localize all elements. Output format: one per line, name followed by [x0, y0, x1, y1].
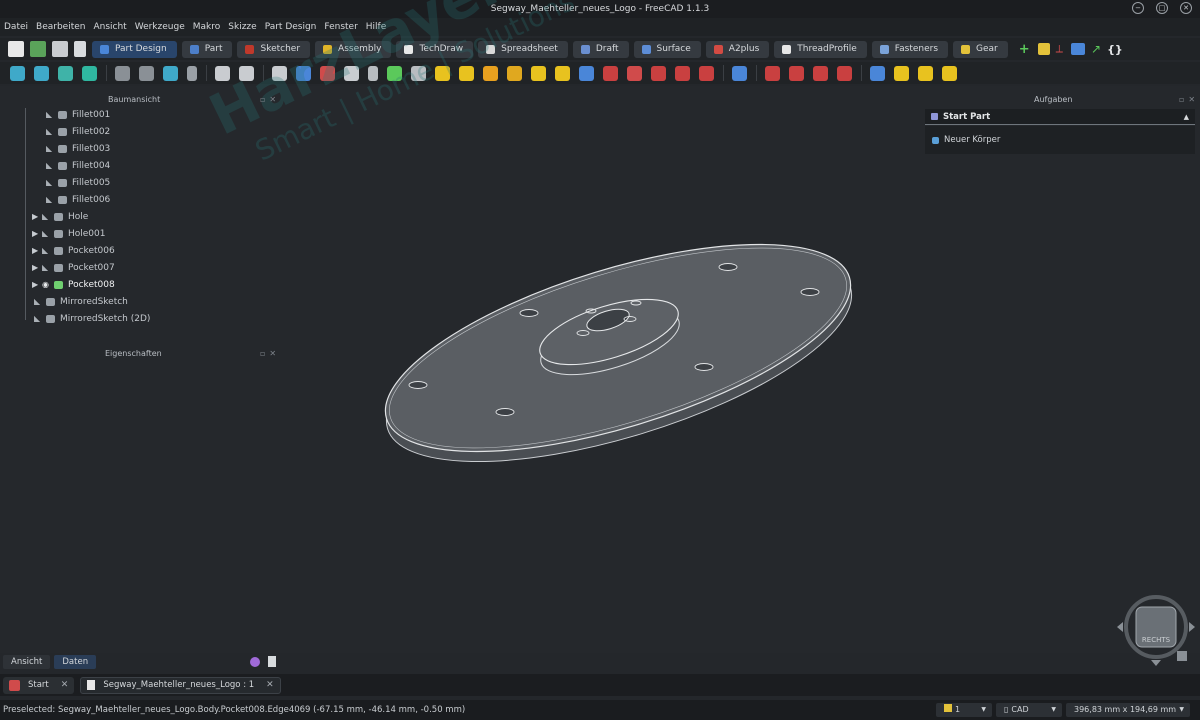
- close-tab-icon[interactable]: ✕: [266, 680, 274, 690]
- fillet-feature-icon: [58, 161, 67, 170]
- dropdown-arrow-icon: ▼: [981, 706, 986, 713]
- hole-feature-icon: [54, 212, 63, 221]
- tree-panel-buttons[interactable]: ▫✕: [260, 95, 280, 104]
- visibility-icon[interactable]: ◣: [34, 314, 46, 323]
- body-icon: [932, 136, 939, 144]
- tree-item-pocket008[interactable]: ▶ ◉ Pocket008: [22, 276, 262, 293]
- collapse-section-icon[interactable]: ▲: [1184, 113, 1189, 121]
- tree-item-hole001[interactable]: ▶ ◣ Hole001: [22, 225, 262, 242]
- tab-daten[interactable]: Daten: [54, 655, 97, 669]
- fillet-feature-icon: [58, 144, 67, 153]
- tree-item-fillet004[interactable]: ◣ Fillet004: [22, 157, 262, 174]
- tasks-section-body: Neuer Körper: [925, 126, 1195, 154]
- page-icon: [944, 704, 952, 712]
- new-body-action[interactable]: Neuer Körper: [944, 135, 1000, 145]
- tree-item-fillet002[interactable]: ◣ Fillet002: [22, 123, 262, 140]
- sketch-icon: [46, 297, 55, 306]
- combo-view-tabs: Ansicht Daten: [3, 655, 97, 669]
- visibility-icon[interactable]: ◣: [46, 110, 58, 119]
- visibility-icon[interactable]: ◣: [46, 144, 58, 153]
- tree-item-pocket007[interactable]: ▶ ◣ Pocket007: [22, 259, 262, 276]
- status-message: Preselected: Segway_Maehteller_neues_Log…: [3, 705, 466, 715]
- tree-item-mirroredsketch-2d[interactable]: ◣ MirroredSketch (2D): [22, 310, 262, 327]
- fillet-feature-icon: [58, 110, 67, 119]
- visibility-icon[interactable]: ◣: [46, 178, 58, 187]
- properties-panel-buttons[interactable]: ▫✕: [260, 349, 280, 358]
- tree-item-hole[interactable]: ▶ ◣ Hole: [22, 208, 262, 225]
- properties-panel-title: Eigenschaften: [105, 349, 162, 358]
- tree-view: ◣ Fillet001 ◣ Fillet002 ◣ Fillet003 ◣ Fillet…: [22, 106, 262, 327]
- tree-item-fillet003[interactable]: ◣ Fillet003: [22, 140, 262, 157]
- expand-arrow-icon[interactable]: ▶: [32, 246, 42, 255]
- document-tabs: Start ✕ Segway_Maehteller_neues_Logo : 1…: [0, 674, 1200, 696]
- report-document-icon[interactable]: [268, 656, 276, 667]
- navigation-style-selector[interactable]: ▯ CAD ▼: [996, 703, 1062, 717]
- doc-tab-segway[interactable]: Segway_Maehteller_neues_Logo : 1 ✕: [80, 676, 281, 694]
- tree-item-fillet005[interactable]: ◣ Fillet005: [22, 174, 262, 191]
- visibility-icon[interactable]: ◣: [34, 297, 46, 306]
- visibility-icon[interactable]: ◣: [46, 195, 58, 204]
- tasks-panel-title: Aufgaben: [1034, 95, 1073, 104]
- sketch-icon: [46, 314, 55, 323]
- tree-item-mirroredsketch[interactable]: ◣ MirroredSketch: [22, 293, 262, 310]
- nav-view-menu-icon[interactable]: [1177, 651, 1187, 661]
- tree-panel-title: Baumansicht: [108, 95, 161, 104]
- disc-model[interactable]: [363, 202, 873, 505]
- pocket-feature-active-icon: [54, 280, 63, 289]
- tasks-panel-buttons[interactable]: ▫✕: [1179, 95, 1199, 104]
- freecad-logo-icon: [9, 679, 20, 691]
- part-icon: [931, 113, 938, 120]
- fillet-feature-icon: [58, 195, 67, 204]
- pocket-feature-icon: [54, 246, 63, 255]
- tree-item-fillet006[interactable]: ◣ Fillet006: [22, 191, 262, 208]
- nav-arrow-right-icon[interactable]: [1189, 622, 1195, 632]
- dimensions-readout[interactable]: 396,83 mm x 194,69 mm ▼: [1066, 703, 1190, 717]
- visibility-icon[interactable]: ◣: [42, 263, 54, 272]
- expand-arrow-icon[interactable]: ▶: [32, 212, 42, 221]
- eye-icon[interactable]: ◉: [42, 280, 54, 289]
- fillet-feature-icon: [58, 178, 67, 187]
- expand-arrow-icon[interactable]: ▶: [32, 263, 42, 272]
- hole-feature-icon: [54, 229, 63, 238]
- tab-ansicht[interactable]: Ansicht: [3, 655, 51, 669]
- visibility-icon[interactable]: ◣: [42, 212, 54, 221]
- visibility-icon[interactable]: ◣: [42, 229, 54, 238]
- fillet-feature-icon: [58, 127, 67, 136]
- mouse-icon: ▯: [1004, 705, 1009, 714]
- tree-item-fillet001[interactable]: ◣ Fillet001: [22, 106, 262, 123]
- dropdown-arrow-icon: ▼: [1179, 706, 1184, 713]
- nav-arrow-down-icon[interactable]: [1151, 660, 1161, 666]
- page-indicator[interactable]: 1 ▼: [936, 703, 992, 717]
- pocket-feature-icon: [54, 263, 63, 272]
- expand-arrow-icon[interactable]: ▶: [32, 229, 42, 238]
- visibility-icon[interactable]: ◣: [46, 127, 58, 136]
- tree-item-pocket006[interactable]: ▶ ◣ Pocket006: [22, 242, 262, 259]
- dropdown-arrow-icon: ▼: [1051, 706, 1056, 713]
- document-icon: [87, 680, 96, 690]
- visibility-icon[interactable]: ◣: [42, 246, 54, 255]
- navigation-cube[interactable]: RECHTS: [1117, 595, 1195, 666]
- visibility-icon[interactable]: ◣: [46, 161, 58, 170]
- expand-arrow-icon[interactable]: ▶: [32, 280, 42, 289]
- doc-tab-start[interactable]: Start ✕: [3, 676, 75, 694]
- close-tab-icon[interactable]: ✕: [61, 680, 69, 690]
- nav-arrow-left-icon[interactable]: [1117, 622, 1123, 632]
- properties-filter-icon[interactable]: [250, 657, 260, 667]
- nav-cube-face-label: RECHTS: [1142, 636, 1171, 644]
- tasks-section-header[interactable]: Start Part ▲: [925, 109, 1195, 125]
